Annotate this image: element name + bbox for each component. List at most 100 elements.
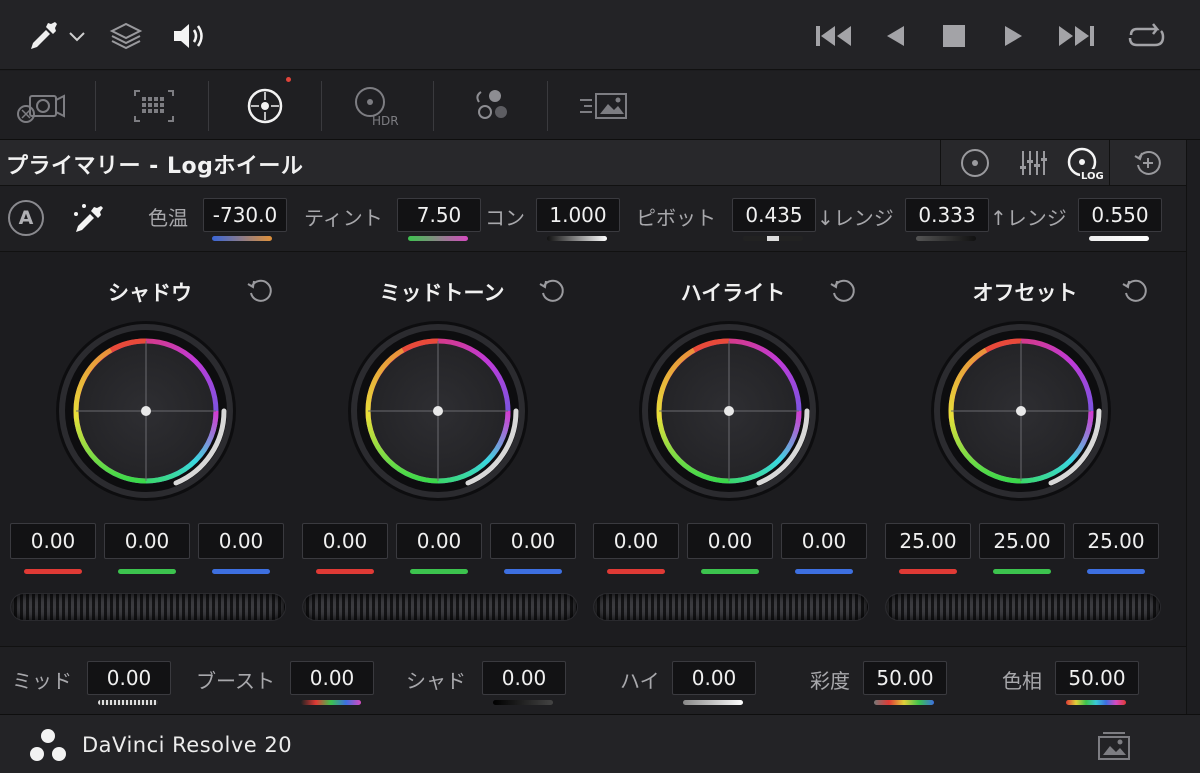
pivot-field[interactable]: 0.435: [732, 198, 816, 232]
shadow-label: シャド: [406, 669, 466, 693]
layers-icon[interactable]: [108, 18, 144, 54]
reset-all-icon[interactable]: [1109, 140, 1185, 186]
green-indicator: [701, 569, 759, 574]
active-indicator-dot: [286, 77, 291, 82]
tool-divider: [95, 81, 96, 131]
stop-icon[interactable]: [938, 18, 970, 54]
wheel-title: ミッドトーン: [379, 281, 505, 305]
davinci-logo-icon: [28, 727, 68, 763]
blue-indicator: [1087, 569, 1145, 574]
boost-field[interactable]: 0.00: [290, 661, 374, 695]
master-jog-wheel[interactable]: [10, 593, 286, 621]
red-value-field[interactable]: 25.00: [885, 523, 971, 559]
eyedropper-icon[interactable]: [24, 18, 64, 54]
green-value-field[interactable]: 25.00: [979, 523, 1065, 559]
boost-label: ブースト: [196, 669, 275, 693]
highlight-gradient: [683, 700, 743, 705]
color-wheel[interactable]: [54, 319, 238, 503]
saturation-label: 彩度: [810, 669, 850, 693]
motion-effects-icon[interactable]: [548, 71, 660, 140]
temp-field[interactable]: -730.0: [203, 198, 287, 232]
highlight-label: ハイ: [620, 669, 660, 693]
high-range-label: ↑レンジ: [990, 206, 1067, 230]
shadow-gradient: [493, 700, 553, 705]
auto-balance-label: A: [18, 207, 34, 229]
hdr-wheel-icon[interactable]: HDR: [322, 71, 434, 140]
wheel-mode-icon[interactable]: [941, 140, 1009, 186]
high-range-gradient: [1089, 236, 1149, 241]
low-range-field[interactable]: 0.333: [905, 198, 989, 232]
tint-gradient: [408, 236, 468, 241]
chevron-down-icon[interactable]: [66, 18, 88, 54]
wheel-reset-icon[interactable]: [538, 277, 566, 305]
blue-value-field[interactable]: 0.00: [490, 523, 576, 559]
rgb-mixer-icon[interactable]: [435, 71, 547, 140]
mode-switcher: LOG: [940, 140, 1185, 186]
play-icon[interactable]: [998, 18, 1028, 54]
blue-indicator: [795, 569, 853, 574]
app-name: DaVinci Resolve 20: [82, 733, 293, 757]
gallery-icon[interactable]: [1096, 729, 1132, 761]
color-wheel[interactable]: [346, 319, 530, 503]
tint-field[interactable]: 7.50: [397, 198, 481, 232]
app-footer: DaVinci Resolve 20: [0, 714, 1200, 773]
green-indicator: [410, 569, 468, 574]
red-value-field[interactable]: 0.00: [302, 523, 388, 559]
wheel-reset-icon[interactable]: [829, 277, 857, 305]
panel-title: プライマリー - Logホイール: [6, 154, 304, 179]
blue-value-field[interactable]: 25.00: [1073, 523, 1159, 559]
color-wheel[interactable]: [929, 319, 1113, 503]
contrast-field[interactable]: 1.000: [536, 198, 620, 232]
green-value-field[interactable]: 0.00: [396, 523, 482, 559]
master-jog-wheel[interactable]: [302, 593, 578, 621]
camera-raw-icon[interactable]: [0, 71, 98, 140]
secondary-adjust-row: ミッド 0.00 ブースト 0.00 シャド 0.00 ハイ 0.00 彩度 5…: [0, 646, 1186, 714]
primaries-wheel-icon[interactable]: [209, 71, 321, 140]
wheel-reset-icon[interactable]: [1121, 277, 1149, 305]
contrast-label: コン: [485, 206, 525, 230]
red-value-field[interactable]: 0.00: [10, 523, 96, 559]
loop-icon[interactable]: [1124, 18, 1168, 54]
blue-indicator: [212, 569, 270, 574]
primary-adjust-row: A 色温 -730.0 ティント 7.50 コン 1.000 ピボット 0.43…: [0, 186, 1186, 252]
green-value-field[interactable]: 0.00: [687, 523, 773, 559]
tool-divider: [433, 81, 434, 131]
hue-field[interactable]: 50.00: [1055, 661, 1139, 695]
color-wheel[interactable]: [637, 319, 821, 503]
skip-back-icon[interactable]: [812, 18, 856, 54]
log-mode-icon[interactable]: LOG: [1059, 140, 1110, 186]
low-range-label: ↓レンジ: [817, 206, 894, 230]
temp-gradient: [212, 236, 272, 241]
pivot-label: ピボット: [636, 206, 716, 230]
red-value-field[interactable]: 0.00: [593, 523, 679, 559]
color-match-icon[interactable]: [98, 71, 210, 140]
green-value-field[interactable]: 0.00: [104, 523, 190, 559]
blue-value-field[interactable]: 0.00: [198, 523, 284, 559]
green-indicator: [118, 569, 176, 574]
white-balance-picker-icon[interactable]: [70, 200, 110, 236]
svg-text:HDR: HDR: [372, 114, 399, 128]
blue-value-field[interactable]: 0.00: [781, 523, 867, 559]
highlight-field[interactable]: 0.00: [672, 661, 756, 695]
master-jog-wheel[interactable]: [593, 593, 869, 621]
blue-indicator: [504, 569, 562, 574]
speaker-icon[interactable]: [170, 18, 210, 54]
play-reverse-icon[interactable]: [880, 18, 910, 54]
auto-balance-button[interactable]: A: [8, 200, 44, 236]
red-indicator: [899, 569, 957, 574]
contrast-gradient: [547, 236, 607, 241]
shadow-field[interactable]: 0.00: [482, 661, 566, 695]
high-range-field[interactable]: 0.550: [1078, 198, 1162, 232]
mid-detail-field[interactable]: 0.00: [87, 661, 171, 695]
master-jog-wheel[interactable]: [885, 593, 1161, 621]
red-indicator: [24, 569, 82, 574]
vertical-scrollbar[interactable]: [1186, 140, 1200, 714]
wheel-title: ハイライト: [680, 281, 786, 305]
wheel-title: シャドウ: [108, 281, 192, 305]
saturation-field[interactable]: 50.00: [863, 661, 947, 695]
temp-label: 色温: [148, 206, 188, 230]
wheel-reset-icon[interactable]: [246, 277, 274, 305]
skip-forward-icon[interactable]: [1054, 18, 1098, 54]
bars-mode-icon[interactable]: [1009, 140, 1059, 186]
low-range-gradient: [916, 236, 976, 241]
